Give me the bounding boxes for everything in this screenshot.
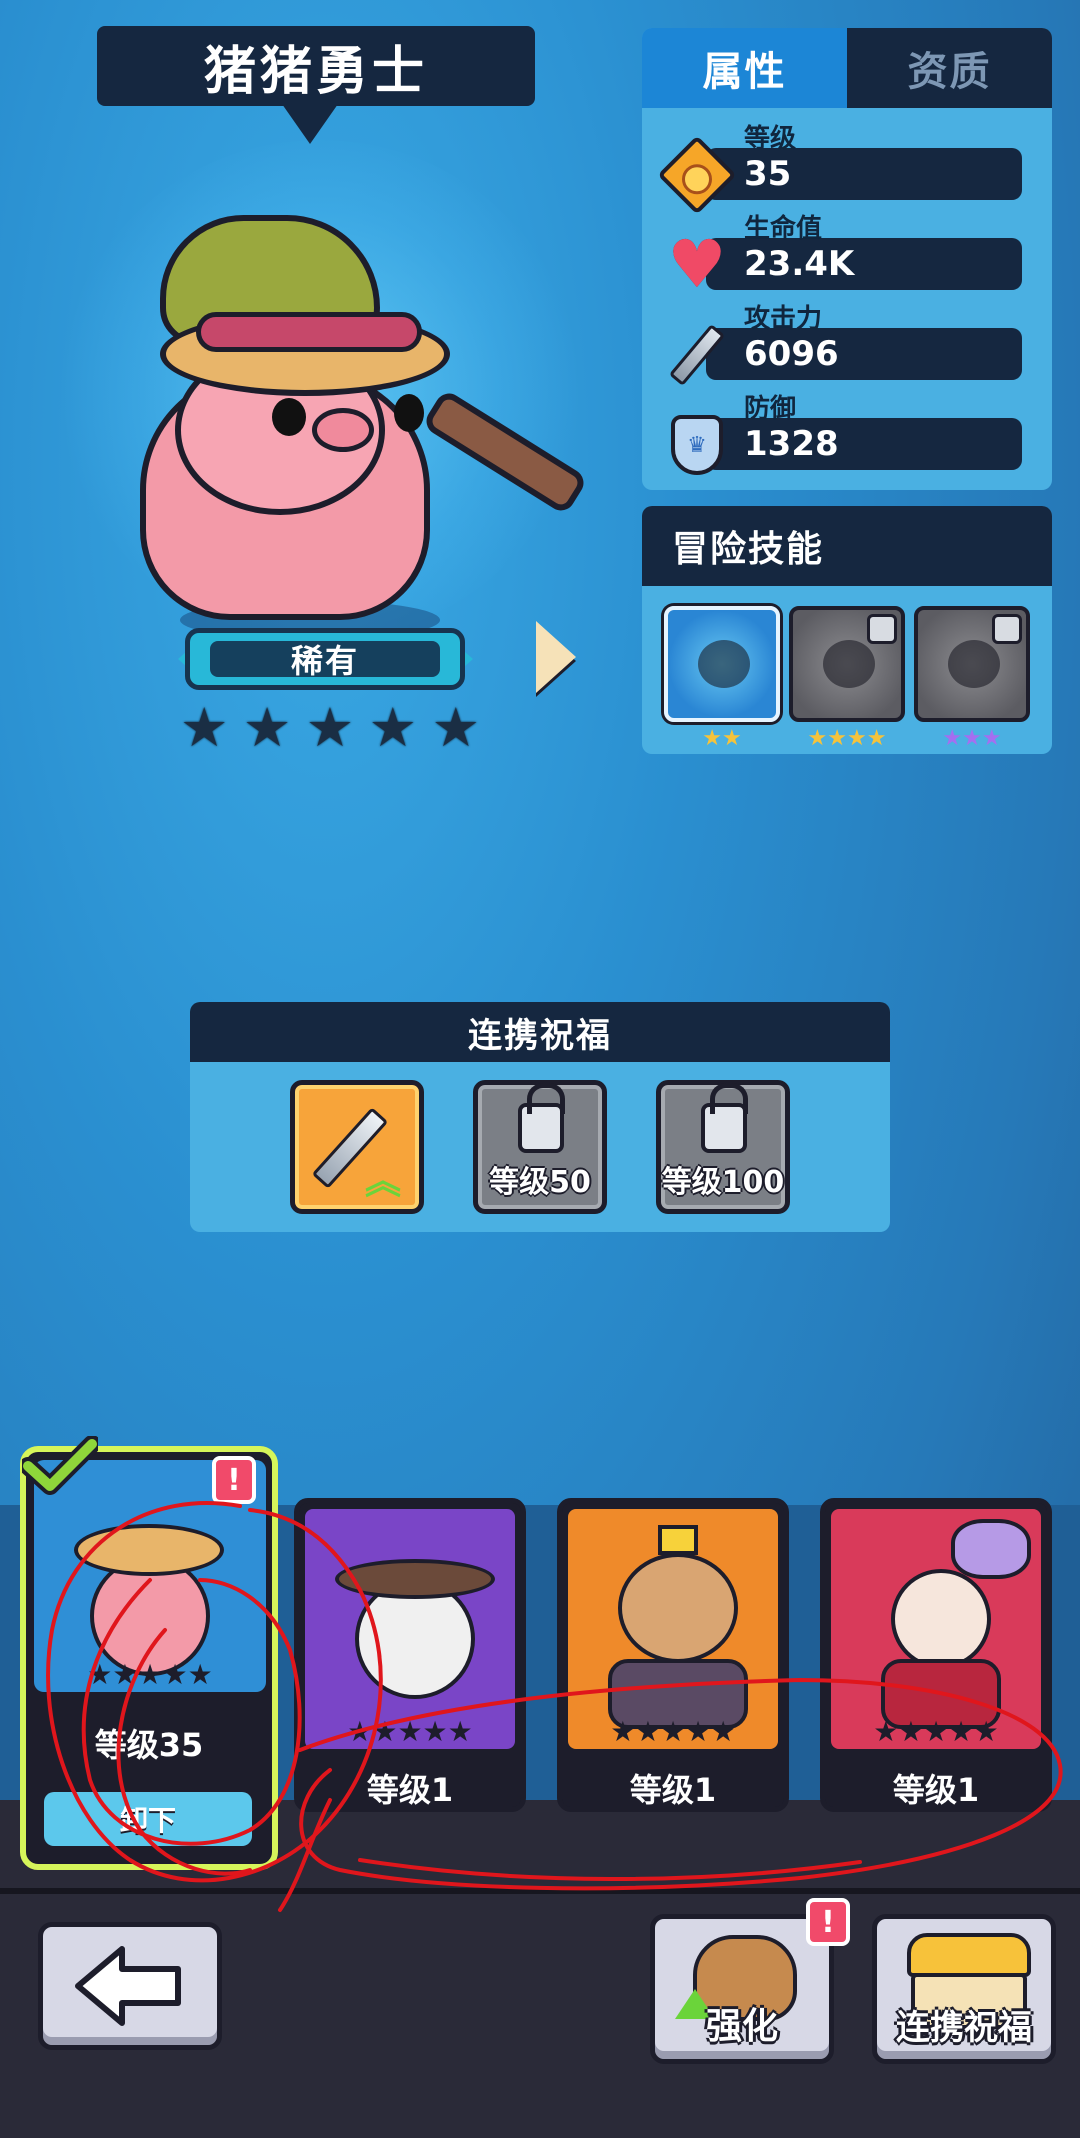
card-alert-badge: ! [212, 1456, 256, 1504]
stat-level: 等级 35 [642, 118, 1052, 215]
lock-icon [992, 614, 1022, 644]
stat-defense: 防御 1328 ♛ [642, 388, 1052, 478]
skill-slot-vortex[interactable] [664, 606, 780, 722]
card-level: 等级1 [366, 1771, 454, 1809]
panda-hat [335, 1559, 495, 1599]
bear-portrait [618, 1553, 738, 1663]
enhance-alert-badge: ! [806, 1898, 850, 1946]
combo-blessing-label: 连携祝福 [896, 2008, 1032, 2048]
skills-panel: 冒险技能 ★★ ★★★★ ★★★ [642, 506, 1052, 754]
star-icon: ★ [368, 696, 418, 759]
stat-attack: 攻击力 6096 [642, 298, 1052, 388]
attribute-panel: 属性 资质 等级 35 生命值 23.4K ♥ 攻击力 6096 防御 1328… [642, 28, 1052, 490]
stat-value: 23.4K [744, 244, 855, 284]
chevron-right-icon [536, 621, 576, 693]
tab-attributes[interactable]: 属性 [642, 28, 847, 108]
enhance-label: 强化 [705, 2006, 778, 2047]
pig-emblem-icon [948, 640, 1000, 688]
star-icon: ★ [431, 696, 480, 759]
card-level: 等级1 [892, 1771, 980, 1809]
roster-card-bear-king[interactable]: ★★★★★ 等级1 [557, 1498, 789, 1812]
tab-aptitude[interactable]: 资质 [847, 28, 1052, 108]
check-icon [22, 1436, 98, 1495]
hero-hat-band [196, 312, 422, 352]
skill-slot-summon[interactable] [914, 606, 1030, 722]
combo-header: 连携祝福 [190, 1002, 890, 1062]
bottom-bar-divider [0, 1888, 1080, 1894]
card-art [305, 1509, 515, 1749]
combo-requirement: 等级50 [489, 1165, 591, 1200]
skill-stars: ★★★ [942, 726, 1002, 751]
dragon-head [951, 1519, 1031, 1579]
level-badge-icon [657, 135, 737, 215]
sword-icon [664, 322, 730, 388]
combo-blessing-panel: 连携祝福 ︽ 等级50 等级100 [190, 1002, 890, 1232]
lock-icon [701, 1083, 748, 1153]
card-stars: ★★★★★ [87, 1658, 213, 1691]
skill-stars: ★★★★ [807, 726, 887, 751]
card-stars: ★★★★★ [610, 1715, 736, 1748]
upgrade-chevron-icon: ︽ [364, 1161, 401, 1202]
wings-icon [907, 1933, 1031, 1977]
attribute-tabs: 属性 资质 [642, 28, 1052, 108]
pig-emblem-icon [698, 640, 750, 688]
hero-stars: ★ ★ ★ ★ ★ [180, 700, 480, 756]
shield-icon: ♛ [664, 412, 730, 478]
card-level: 等级1 [629, 1771, 717, 1809]
skills-header: 冒险技能 [642, 506, 1052, 586]
combo-blessing-button[interactable]: 连携祝福 [872, 1914, 1056, 2064]
combo-slot-attack[interactable]: ︽ [290, 1080, 424, 1214]
card-level: 等级35 [94, 1726, 204, 1764]
stat-label: 攻击力 [744, 304, 823, 334]
star-icon: ★ [305, 696, 355, 759]
card-art [831, 1509, 1041, 1749]
hero-name: 猪猪勇士 [203, 41, 428, 102]
alert-icon: ! [212, 1456, 256, 1504]
pig-hat [74, 1524, 224, 1576]
rarity-label: 稀有 [290, 642, 359, 680]
stat-value: 6096 [744, 334, 839, 374]
roster-card-pig-warrior[interactable]: ★★★★★ 等级35 卸下 [20, 1446, 278, 1870]
lock-icon [867, 614, 897, 644]
combo-slot-level100[interactable]: 等级100 [656, 1080, 790, 1214]
roster-card-panda-ninja[interactable]: ★★★★★ 等级1 [294, 1498, 526, 1812]
stat-label: 生命值 [744, 214, 823, 244]
skill-stars: ★★ [702, 726, 742, 751]
skill-slot-dash[interactable] [789, 606, 905, 722]
roster-card-dragon-girl[interactable]: ★★★★★ 等级1 [820, 1498, 1052, 1812]
lock-icon [518, 1083, 565, 1153]
hero-eye-right [394, 394, 424, 432]
banner-tail [282, 104, 338, 144]
combo-slot-level50[interactable]: 等级50 [473, 1080, 607, 1214]
hero-eye-left [272, 398, 306, 436]
arrow-left-icon [75, 1946, 181, 2026]
card-stars: ★★★★★ [873, 1715, 999, 1748]
hero-snout [312, 408, 374, 452]
combo-title: 连携祝福 [468, 1015, 612, 1056]
combo-requirement: 等级100 [661, 1165, 785, 1200]
card-art [568, 1509, 778, 1749]
girl-portrait [891, 1569, 991, 1669]
unequip-button[interactable]: 卸下 [44, 1792, 252, 1846]
pig-emblem-icon [823, 640, 875, 688]
stat-label: 防御 [744, 394, 797, 424]
alert-icon: ! [806, 1898, 850, 1946]
next-hero-button[interactable] [532, 618, 580, 696]
stat-value: 1328 [744, 424, 839, 464]
heart-icon: ♥ [667, 226, 727, 303]
skills-title: 冒险技能 [672, 529, 825, 570]
rarity-plate: 稀有 [185, 628, 465, 690]
card-stars: ★★★★★ [347, 1715, 473, 1748]
star-icon: ★ [242, 696, 292, 759]
back-button[interactable] [38, 1922, 222, 2050]
stat-health: 生命值 23.4K ♥ [642, 208, 1052, 298]
hero-name-banner: 猪猪勇士 [97, 26, 535, 106]
stat-label: 等级 [744, 124, 797, 154]
stat-value: 35 [744, 154, 792, 194]
crown-icon [658, 1525, 698, 1555]
star-icon: ★ [180, 696, 229, 759]
